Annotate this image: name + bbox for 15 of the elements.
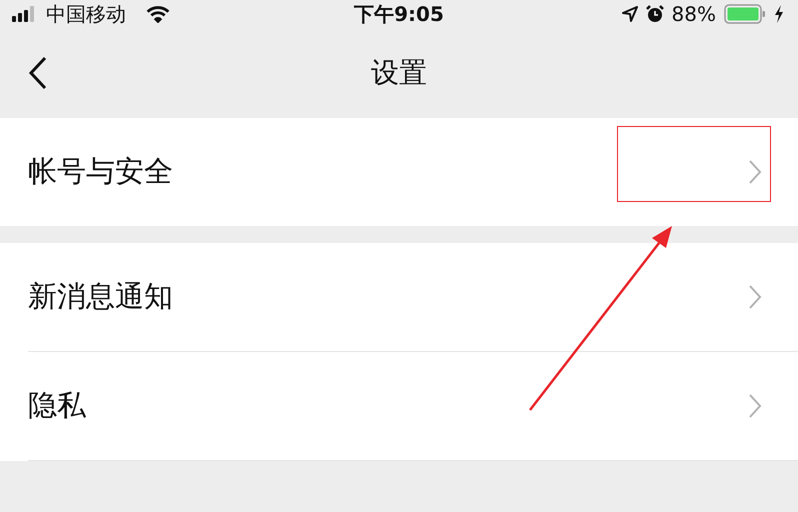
battery-percentage: 88% xyxy=(672,2,716,26)
battery-icon xyxy=(724,4,766,24)
chevron-icon xyxy=(748,284,762,310)
alarm-clock-icon xyxy=(646,5,664,23)
settings-row[interactable]: 帐号与安全 xyxy=(0,118,798,226)
location-arrow-icon xyxy=(622,6,638,22)
chevron-icon xyxy=(748,393,762,419)
chevron-icon xyxy=(748,159,762,185)
settings-row[interactable]: 新消息通知 xyxy=(0,243,798,351)
wifi-icon xyxy=(146,6,170,22)
status-time: 下午9:05 xyxy=(354,0,444,28)
page-title: 设置 xyxy=(371,55,427,91)
charging-bolt-icon xyxy=(774,5,784,23)
carrier-name: 中国移动 xyxy=(46,0,126,28)
settings-row[interactable]: 隐私 xyxy=(0,352,798,460)
